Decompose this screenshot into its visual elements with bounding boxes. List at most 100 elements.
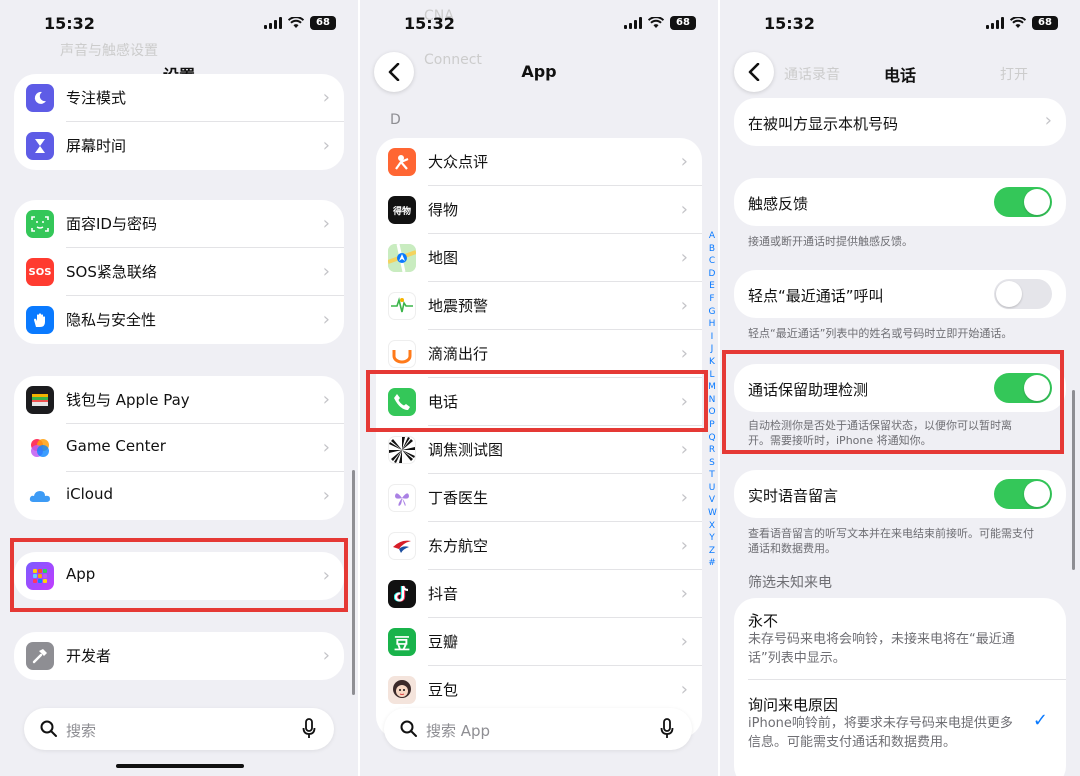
option-never[interactable]: 永不 未存号码来电将会响铃，未接来电将在“最近通话”列表中显示。 (734, 598, 1066, 680)
index-letter[interactable]: N (708, 394, 716, 407)
index-letter[interactable]: G (708, 306, 716, 319)
index-letter[interactable]: Z (708, 545, 716, 558)
microphone-icon[interactable] (302, 718, 316, 740)
settings-item-wallet[interactable]: 钱包与 Apple Pay › (14, 376, 344, 424)
index-letter[interactable]: Y (708, 532, 716, 545)
microphone-icon[interactable] (660, 718, 674, 740)
maps-icon (388, 244, 416, 272)
app-item-dewu[interactable]: 得物 得物 › (376, 186, 702, 234)
settings-item-label: 开发者 (66, 647, 112, 665)
settings-item-screen-time[interactable]: 屏幕时间 › (14, 122, 344, 170)
settings-item-privacy[interactable]: 隐私与安全性 › (14, 296, 344, 344)
index-letter[interactable]: C (708, 255, 716, 268)
index-letter[interactable]: J (708, 343, 716, 356)
hourglass-icon (26, 132, 54, 160)
index-letter[interactable]: F (708, 293, 716, 306)
settings-item-label: iCloud (66, 485, 114, 503)
setting-label: 在被叫方显示本机号码 (748, 115, 899, 133)
doubao-icon (388, 676, 416, 704)
scrollbar[interactable] (352, 470, 355, 695)
index-letter[interactable]: S (708, 457, 716, 470)
setting-label: 触感反馈 (748, 195, 809, 213)
highlight-box (10, 538, 348, 612)
moon-icon (26, 84, 54, 112)
hand-icon (26, 306, 54, 334)
settings-group-developer: 开发者 › (14, 632, 344, 680)
dewu-icon: 得物 (388, 196, 416, 224)
index-letter[interactable]: D (708, 268, 716, 281)
index-letter[interactable]: P (708, 419, 716, 432)
setting-note: 查看语音留言的听写文本并在来电结束前接听。可能需支付通话和数据费用。 (748, 527, 1034, 555)
settings-item-label: 钱包与 Apple Pay (66, 391, 190, 409)
app-item-focus-chart[interactable]: 调焦测试图 › (376, 426, 702, 474)
index-letter[interactable]: Q (708, 432, 716, 445)
alphabet-index[interactable]: A B C D E F G H I J K L M N O P Q R S T U V W X Y Z # (708, 230, 717, 570)
app-item-doubao[interactable]: 豆包 › (376, 666, 702, 714)
search-field[interactable]: 搜索 (24, 708, 334, 750)
index-letter[interactable]: V (708, 494, 716, 507)
section-header: 筛选未知来电 (748, 575, 832, 591)
search-field[interactable]: 搜索 App (384, 708, 692, 750)
settings-item-faceid[interactable]: 面容ID与密码 › (14, 200, 344, 248)
chevron-right-icon: › (322, 485, 330, 506)
index-letter[interactable]: B (708, 243, 716, 256)
index-letter[interactable]: H (708, 318, 716, 331)
cellular-signal-icon (624, 17, 642, 29)
index-letter[interactable]: T (708, 469, 716, 482)
app-item-label: 豆瓣 (428, 633, 459, 651)
setting-show-caller-id[interactable]: 在被叫方显示本机号码 › (734, 98, 1066, 146)
chevron-right-icon: › (322, 309, 330, 330)
app-item-douban[interactable]: 豆 豆瓣 › (376, 618, 702, 666)
app-list-panel: CNA Connect 15:32 68 App D 大众点评 › 得物 得物 … (360, 0, 718, 776)
chevron-right-icon: › (322, 645, 330, 666)
settings-item-label: 专注模式 (66, 89, 127, 107)
wifi-icon (1010, 17, 1026, 28)
settings-item-label: Game Center (66, 437, 166, 455)
game-center-icon (26, 434, 54, 462)
search-icon (400, 720, 417, 737)
chevron-right-icon: › (680, 199, 688, 220)
index-letter[interactable]: E (708, 280, 716, 293)
scrollbar[interactable] (1072, 390, 1075, 570)
douban-icon: 豆 (388, 628, 416, 656)
settings-item-label: 隐私与安全性 (66, 311, 157, 329)
setting-label: 轻点“最近通话”呼叫 (748, 287, 884, 305)
index-letter[interactable]: W (708, 507, 717, 520)
settings-item-developer[interactable]: 开发者 › (14, 632, 344, 680)
settings-item-icloud[interactable]: iCloud › (14, 472, 344, 520)
index-letter[interactable]: # (708, 557, 716, 570)
settings-item-game-center[interactable]: Game Center › (14, 424, 344, 472)
app-item-earthquake[interactable]: 地震预警 › (376, 282, 702, 330)
app-item-label: 丁香医生 (428, 489, 489, 507)
chevron-right-icon: › (680, 487, 688, 508)
index-letter[interactable]: L (708, 369, 716, 382)
index-letter[interactable]: K (708, 356, 716, 369)
index-letter[interactable]: R (708, 444, 716, 457)
phone-settings-panel: 15:32 68 通话录音 打开 电话 在被叫方显示本机号码 › 触感反馈 接通… (720, 0, 1080, 776)
app-item-dianping[interactable]: 大众点评 › (376, 138, 702, 186)
index-letter[interactable]: M (708, 381, 716, 394)
app-item-maps[interactable]: 地图 › (376, 234, 702, 282)
index-letter[interactable]: U (708, 482, 716, 495)
settings-item-focus[interactable]: 专注模式 › (14, 74, 344, 122)
app-item-ceair[interactable]: 东方航空 › (376, 522, 702, 570)
chevron-right-icon: › (322, 135, 330, 156)
app-item-label: 滴滴出行 (428, 345, 489, 363)
home-indicator[interactable] (116, 764, 244, 768)
index-letter[interactable]: O (708, 406, 716, 419)
index-letter[interactable]: A (708, 230, 716, 243)
tap-recents-toggle[interactable] (994, 279, 1052, 309)
app-item-dxy[interactable]: 丁香医生 › (376, 474, 702, 522)
cloud-icon (26, 482, 54, 510)
status-bar: 15:32 68 (0, 10, 358, 40)
index-letter[interactable]: X (708, 520, 716, 533)
settings-item-sos[interactable]: SOS SOS紧急联络 › (14, 248, 344, 296)
option-ask-reason[interactable]: 询问来电原因 iPhone响铃前，将要求未存号码来电提供更多信息。可能需支付通话… (734, 680, 1066, 770)
haptics-toggle[interactable] (994, 187, 1052, 217)
settings-group-focus: 专注模式 › 屏幕时间 › (14, 74, 344, 170)
live-voicemail-toggle[interactable] (994, 479, 1052, 509)
app-item-douyin[interactable]: 抖音 › (376, 570, 702, 618)
index-letter[interactable]: I (708, 331, 716, 344)
toggle-knob (1024, 189, 1050, 215)
battery-icon: 68 (670, 16, 696, 30)
